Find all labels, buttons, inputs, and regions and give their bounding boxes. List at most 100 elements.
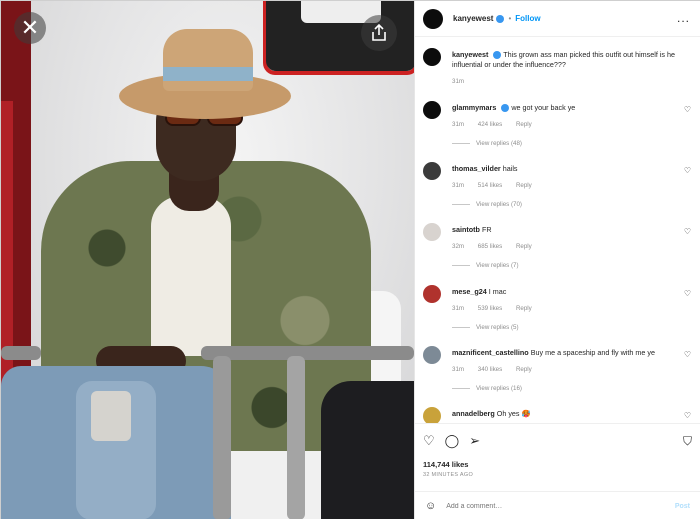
comment-username[interactable]: saintotb <box>452 225 480 234</box>
replies-line <box>452 327 470 328</box>
comment-text: Buy me a spaceship and fly with me ye <box>530 348 655 357</box>
author-avatar[interactable] <box>423 8 443 29</box>
caption-body: kanyewest This grown ass man picked this… <box>452 50 678 70</box>
reply-link[interactable]: Reply <box>516 182 532 189</box>
heart-icon[interactable]: ♡ <box>684 350 691 359</box>
caption-meta: 31m <box>452 78 476 85</box>
post-timestamp: 32 MINUTES AGO <box>423 472 474 478</box>
comment-text: hails <box>502 164 518 173</box>
close-icon: ✕ <box>20 15 40 40</box>
comment-username[interactable]: maznificent_castellino <box>452 348 529 357</box>
dark-pant-leg <box>321 381 414 519</box>
post-button[interactable]: Post <box>675 503 690 510</box>
view-replies[interactable]: View replies (7) <box>452 262 519 269</box>
comment-icon[interactable]: ◯ <box>445 434 460 447</box>
share-button[interactable] <box>361 15 397 51</box>
heart-icon[interactable]: ♡ <box>684 411 691 420</box>
jeans-rip <box>91 391 131 441</box>
replies-line <box>452 265 470 266</box>
comment-body: mese_g24 I mac <box>452 287 678 297</box>
heart-icon[interactable]: ♡ <box>684 166 691 175</box>
chair-leg <box>287 356 305 519</box>
author-username[interactable]: kanyewest <box>453 14 493 23</box>
comment-likes[interactable]: 424 likes <box>478 121 502 128</box>
comment-likes[interactable]: 539 likes <box>478 305 502 312</box>
commenter-avatar[interactable] <box>423 346 441 364</box>
list-item: thomas_vilder hails 31m 514 likes Reply … <box>423 162 695 218</box>
comment-username[interactable]: mese_g24 <box>452 287 487 296</box>
post-side-panel: kanyewest • Follow ... kanyewest This gr… <box>414 1 700 519</box>
reply-link[interactable]: Reply <box>516 121 532 128</box>
view-replies-label[interactable]: View replies (16) <box>476 385 522 392</box>
heart-icon[interactable]: ♡ <box>684 289 691 298</box>
view-replies[interactable]: View replies (5) <box>452 324 519 331</box>
share-icon <box>372 24 386 41</box>
list-item: mese_g24 I mac 31m 539 likes Reply View … <box>423 285 695 341</box>
replies-line <box>452 204 470 205</box>
emoji-icon[interactable]: ☺ <box>425 500 436 512</box>
view-replies-label[interactable]: View replies (48) <box>476 140 522 147</box>
comment-username[interactable]: thomas_vilder <box>452 164 501 173</box>
replies-line <box>452 388 470 389</box>
close-button[interactable]: ✕ <box>14 12 46 44</box>
view-replies-label[interactable]: View replies (5) <box>476 324 519 331</box>
comments-list[interactable]: kanyewest This grown ass man picked this… <box>415 41 700 423</box>
comment-meta: 31m 539 likes Reply <box>452 305 544 312</box>
comment-body: glammymars we got your back ye <box>452 103 678 113</box>
comment-text: FR <box>481 225 492 234</box>
heart-icon[interactable]: ♡ <box>684 227 691 236</box>
caption-username[interactable]: kanyewest <box>452 50 488 59</box>
heart-icon[interactable]: ♡ <box>684 105 691 114</box>
chair-armrest <box>201 346 414 360</box>
commenter-avatar[interactable] <box>423 407 441 423</box>
add-comment-bar: ☺ Post <box>415 491 700 519</box>
comment-text: we got your back ye <box>511 103 576 112</box>
graphic-tee <box>151 196 231 356</box>
instagram-post-modal: ✕ kanyewest • Follow ... kanyewest This … <box>0 0 700 519</box>
chair-armrest-left <box>1 346 41 360</box>
author-avatar[interactable] <box>423 48 441 66</box>
reply-link[interactable]: Reply <box>516 366 532 373</box>
caption-time: 31m <box>452 78 465 85</box>
commenter-avatar[interactable] <box>423 285 441 303</box>
likes-count[interactable]: 114,744 likes <box>423 460 468 469</box>
comment-username[interactable]: annadelberg <box>452 409 495 418</box>
comment-time: 31m <box>452 366 465 373</box>
view-replies[interactable]: View replies (70) <box>452 201 522 208</box>
bookmark-icon[interactable]: ⛉ <box>683 434 692 449</box>
action-icons: ♡ ◯ ➢ <box>423 434 480 447</box>
reply-link[interactable]: Reply <box>516 305 532 312</box>
list-item: annadelberg Oh yes 🥵 ♡ <box>423 407 695 423</box>
comment-likes[interactable]: 340 likes <box>478 366 502 373</box>
view-replies-label[interactable]: View replies (7) <box>476 262 519 269</box>
post-header: kanyewest • Follow ... <box>415 1 700 37</box>
separator-dot: • <box>508 14 512 23</box>
comment-likes[interactable]: 514 likes <box>478 182 502 189</box>
comment-text: I mac <box>488 287 507 296</box>
comment-username[interactable]: glammymars <box>452 103 496 112</box>
hat-crown <box>163 29 253 91</box>
comment-likes[interactable]: 685 likes <box>478 243 502 250</box>
list-item: maznificent_castellino Buy me a spaceshi… <box>423 346 695 402</box>
post-photo[interactable]: ✕ <box>1 1 414 519</box>
list-item: glammymars we got your back ye 31m 424 l… <box>423 101 695 157</box>
chair-leg <box>213 356 231 519</box>
caption: kanyewest This grown ass man picked this… <box>423 48 695 88</box>
comment-meta: 32m 685 likes Reply <box>452 243 544 250</box>
send-icon[interactable]: ➢ <box>469 434 480 447</box>
more-options-icon[interactable]: ... <box>677 11 690 25</box>
comment-time: 31m <box>452 121 465 128</box>
view-replies[interactable]: View replies (48) <box>452 140 522 147</box>
commenter-avatar[interactable] <box>423 223 441 241</box>
commenter-avatar[interactable] <box>423 101 441 119</box>
follow-button[interactable]: Follow <box>515 14 540 23</box>
view-replies[interactable]: View replies (16) <box>452 385 522 392</box>
comment-time: 31m <box>452 305 465 312</box>
view-replies-label[interactable]: View replies (70) <box>476 201 522 208</box>
comment-meta: 31m 514 likes Reply <box>452 182 544 189</box>
post-actions: ♡ ◯ ➢ ⛉ 114,744 likes 32 MINUTES AGO <box>415 423 700 493</box>
heart-icon[interactable]: ♡ <box>423 434 435 447</box>
commenter-avatar[interactable] <box>423 162 441 180</box>
comment-input[interactable] <box>446 502 647 510</box>
reply-link[interactable]: Reply <box>516 243 532 250</box>
